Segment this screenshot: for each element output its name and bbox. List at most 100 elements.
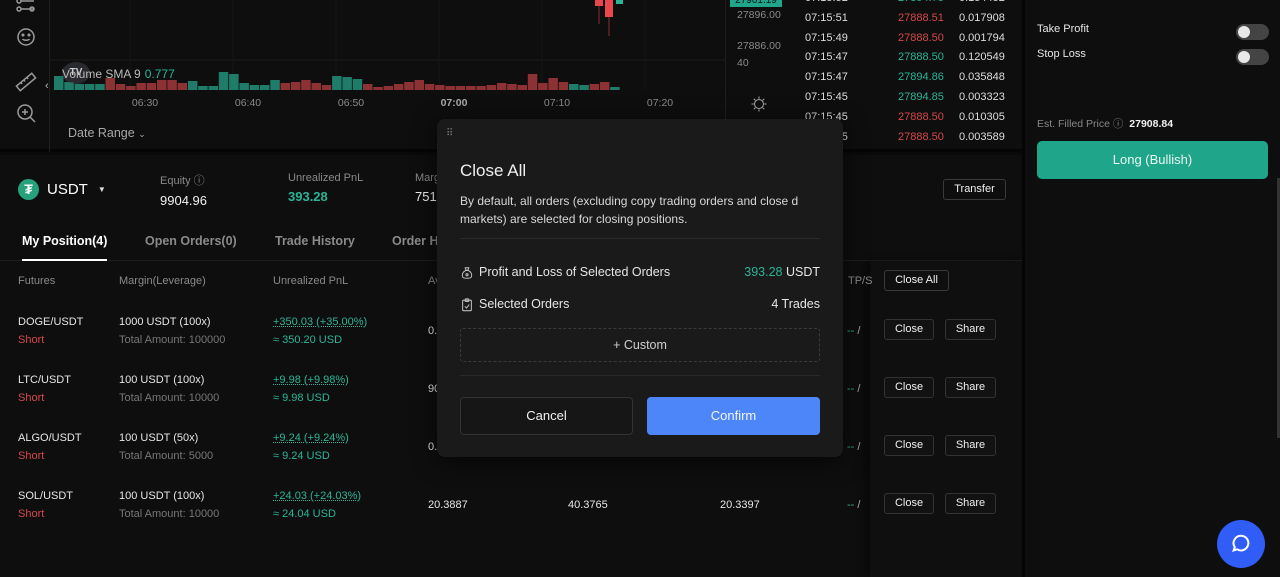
candle <box>616 0 623 4</box>
date-range-dropdown[interactable]: Date Range ⌄ <box>68 126 146 140</box>
tpsl-separator: / <box>854 441 861 453</box>
volume-bar <box>270 80 280 90</box>
volume-bar <box>249 85 260 90</box>
stop-loss-toggle[interactable] <box>1236 49 1269 65</box>
emoji-icon[interactable] <box>14 25 38 49</box>
trade-price: 27888.50 <box>898 110 944 123</box>
time-axis[interactable]: 06:30 06:40 06:50 07:00 07:10 07:20 <box>50 93 725 113</box>
position-pnl[interactable]: +24.03 (+24.03%) <box>273 490 361 502</box>
volume-bar <box>455 86 466 90</box>
trade-row: 07:15:52 27894.75 0.154452 <box>795 0 1022 12</box>
position-pnl-usd: ≈ 350.20 USD <box>273 334 343 346</box>
tab-order-history[interactable]: Order H <box>392 234 439 248</box>
volume-bar <box>507 84 517 90</box>
candles <box>595 0 623 36</box>
divider <box>460 238 820 239</box>
order-panel: Take Profit Stop Loss Est. Filled Price … <box>1022 0 1280 577</box>
position-tpsl[interactable]: -- / <box>847 383 860 395</box>
volume-bar <box>290 82 301 90</box>
dialog-title: Close All <box>460 161 527 180</box>
trade-qty: 0.154452 <box>959 0 1005 4</box>
position-margin: 100 USDT (50x) <box>119 432 199 444</box>
zoom-in-icon[interactable] <box>14 101 38 125</box>
trade-row: 07:15:47 27888.50 0.120549 <box>795 51 1022 71</box>
position-pnl[interactable]: +9.98 (+9.98%) <box>273 374 349 386</box>
time-label: 07:00 <box>440 97 468 109</box>
volume-bar <box>435 85 445 90</box>
volume-bar <box>466 86 476 90</box>
chart-settings-icon[interactable] <box>750 95 768 113</box>
tab-trade-history[interactable]: Trade History <box>275 234 355 248</box>
ruler-icon[interactable] <box>14 70 38 94</box>
volume-bar <box>373 87 383 90</box>
selected-orders-value: 4 Trades <box>771 297 820 311</box>
volume-bar <box>599 82 610 90</box>
position-tpsl[interactable]: -- / <box>847 441 860 453</box>
tab-open-orders[interactable]: Open Orders(0) <box>145 234 237 248</box>
last-price-tag: 27901.19 <box>730 0 782 7</box>
tab-my-position[interactable]: My Position(4) <box>22 234 108 261</box>
close-all-button[interactable]: Close All <box>884 270 949 291</box>
take-profit-row: Take Profit <box>1037 23 1269 43</box>
price-label: 27886.00 <box>737 40 781 52</box>
info-icon[interactable]: ⓘ <box>194 175 205 187</box>
pnl-amount: 393.28 USDT <box>744 265 820 279</box>
position-symbol[interactable]: LTC/USDT <box>18 374 71 386</box>
volume-bar <box>610 87 620 90</box>
position-margin: 100 USDT (100x) <box>119 374 205 386</box>
trade-price: 27894.75 <box>898 0 944 4</box>
position-pnl[interactable]: +9.24 (+9.24%) <box>273 432 349 444</box>
close-position-button[interactable]: Close <box>884 377 934 398</box>
trade-price: 27894.85 <box>898 91 944 103</box>
caret-down-icon: ▼ <box>97 185 106 194</box>
share-position-button[interactable]: Share <box>945 377 996 398</box>
volume-bar <box>321 85 332 90</box>
trade-qty: 0.001794 <box>959 31 1005 44</box>
money-bag-icon <box>461 267 473 279</box>
volume-bar <box>177 83 188 90</box>
position-symbol[interactable]: SOL/USDT <box>18 490 73 502</box>
chevron-down-icon: ⌄ <box>138 129 146 139</box>
position-margin: 1000 USDT (100x) <box>119 316 211 328</box>
pnl-unit: USDT <box>782 265 820 279</box>
position-symbol[interactable]: ALGO/USDT <box>18 432 82 444</box>
position-pnl[interactable]: +350.03 (+35.00%) <box>273 316 367 328</box>
support-chat-button[interactable] <box>1217 520 1265 568</box>
share-position-button[interactable]: Share <box>945 319 996 340</box>
cancel-button[interactable]: Cancel <box>460 397 633 435</box>
share-position-button[interactable]: Share <box>945 493 996 514</box>
position-tpsl[interactable]: -- / <box>847 499 860 511</box>
position-avg-price: 20.3887 <box>428 499 468 511</box>
position-tpsl[interactable]: -- / <box>847 325 860 337</box>
currency-selector[interactable]: ₮ USDT ▼ <box>18 179 106 200</box>
position-symbol[interactable]: DOGE/USDT <box>18 316 83 328</box>
position-total-amount: Total Amount: 10000 <box>119 508 220 520</box>
collapse-arrow-icon[interactable]: ‹ <box>45 80 49 92</box>
trade-time: 07:15:51 <box>805 11 848 24</box>
volume-bar <box>424 84 435 90</box>
close-position-button[interactable]: Close <box>884 319 934 340</box>
info-icon[interactable]: ⓘ <box>1113 118 1124 130</box>
close-position-button[interactable]: Close <box>884 435 934 456</box>
long-button[interactable]: Long (Bullish) <box>1037 141 1268 179</box>
volume-bar <box>198 86 208 90</box>
volume-bar <box>167 80 177 90</box>
confirm-button[interactable]: Confirm <box>647 397 820 435</box>
volume-bar <box>363 84 373 90</box>
indicator-lines-icon[interactable] <box>14 0 38 18</box>
custom-button[interactable]: + Custom <box>460 328 820 362</box>
trade-row: 07:15:51 27888.51 0.017908 <box>795 12 1022 32</box>
volume-bar <box>301 80 311 90</box>
share-position-button[interactable]: Share <box>945 435 996 456</box>
upnl-stat: Unrealized PnL 393.28 <box>288 172 363 204</box>
position-pnl-usd: ≈ 9.24 USD <box>273 450 330 462</box>
take-profit-toggle[interactable] <box>1236 24 1269 40</box>
equity-label: Equity <box>160 175 191 187</box>
tether-icon: ₮ <box>18 179 39 200</box>
equity-value: 9904.96 <box>160 193 207 208</box>
close-position-button[interactable]: Close <box>884 493 934 514</box>
volume-bar <box>126 86 136 90</box>
transfer-button[interactable]: Transfer <box>943 179 1006 200</box>
drag-handle-icon[interactable]: ⠿ <box>446 128 453 139</box>
equity-stat: Equity ⓘ 9904.96 <box>160 172 207 208</box>
